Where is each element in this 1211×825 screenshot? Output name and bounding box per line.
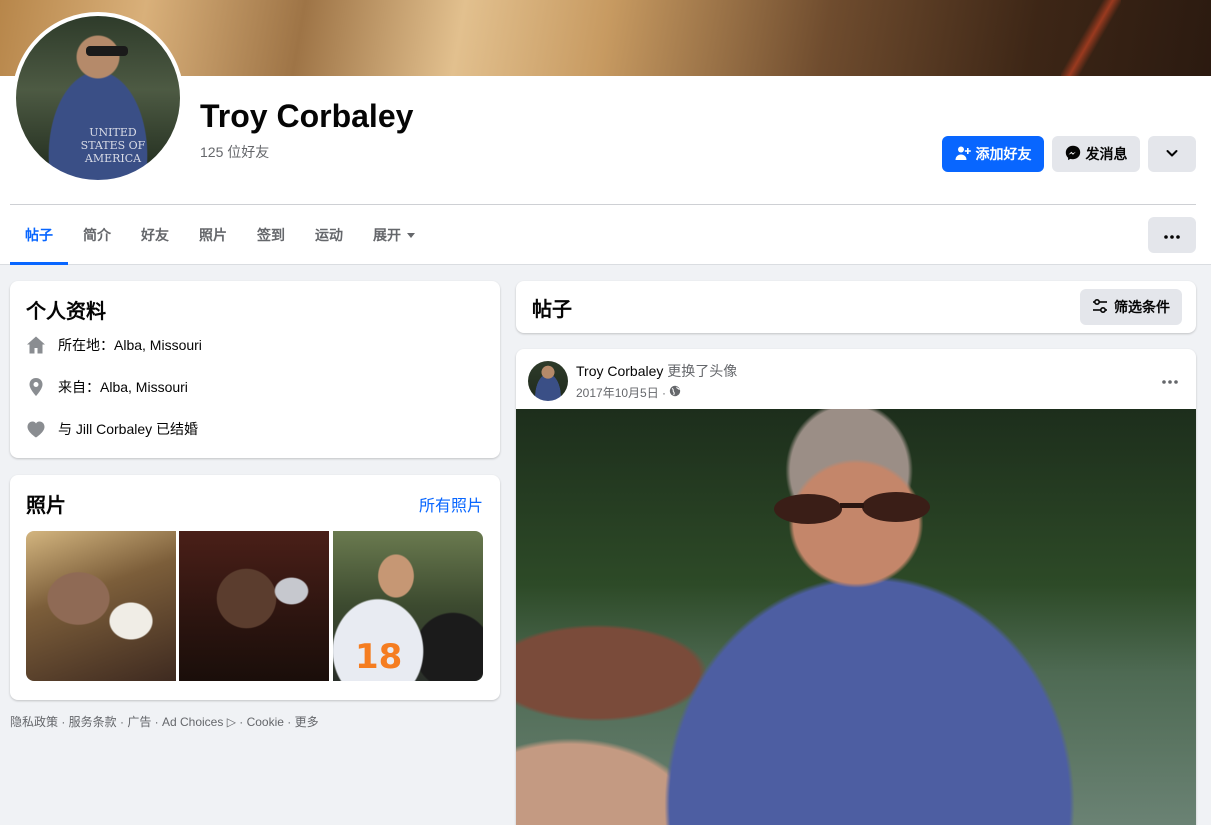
post-meta: Troy Corbaley 更换了头像 2017年10月5日 · xyxy=(576,361,737,401)
filters-label: 筛选条件 xyxy=(1114,299,1170,315)
current-city-text: 所在地：Alba, Missouri xyxy=(58,337,202,353)
info-row-current-city: 所在地：Alba, Missouri xyxy=(26,335,202,355)
jersey-number: 18 xyxy=(355,637,403,677)
friends-count[interactable]: 125 位好友 xyxy=(200,142,269,162)
tab-options-button[interactable] xyxy=(1148,217,1196,253)
tab-friends[interactable]: 好友 xyxy=(126,205,184,265)
tab-check-ins[interactable]: 签到 xyxy=(242,205,300,265)
photo-thumbnail[interactable] xyxy=(26,531,176,681)
photo-thumbnail[interactable]: 18 xyxy=(333,531,483,681)
filter-sliders-icon xyxy=(1092,298,1108,317)
post-date-line: 2017年10月5日 · xyxy=(576,384,737,401)
tab-label: 展开 xyxy=(373,227,401,243)
info-row-hometown: 来自：Alba, Missouri xyxy=(26,377,188,397)
sunglasses-graphic xyxy=(86,46,128,56)
add-friend-button[interactable]: 添加好友 xyxy=(942,136,1044,172)
filters-button[interactable]: 筛选条件 xyxy=(1080,289,1182,325)
add-person-icon xyxy=(955,145,971,164)
tab-label: 帖子 xyxy=(25,227,53,243)
intro-title: 个人资料 xyxy=(26,301,106,323)
tab-label: 简介 xyxy=(83,227,111,243)
more-dots-icon xyxy=(1162,371,1178,388)
post-date[interactable]: 2017年10月5日 · xyxy=(576,384,666,401)
intro-card: 个人资料 所在地：Alba, Missouri 来自：Alba, Missour… xyxy=(10,281,500,458)
message-button[interactable]: 发消息 xyxy=(1052,136,1140,172)
caret-down-icon xyxy=(407,232,415,238)
posts-title: 帖子 xyxy=(532,298,572,321)
info-row-relationship: 与 Jill Corbaley 已结婚 xyxy=(26,419,198,439)
heart-icon xyxy=(26,419,46,439)
relationship-text: 与 Jill Corbaley 已结婚 xyxy=(58,421,199,437)
tab-sports[interactable]: 运动 xyxy=(300,205,358,265)
home-icon xyxy=(26,335,46,355)
messenger-icon xyxy=(1065,145,1081,164)
tab-label: 照片 xyxy=(199,227,227,243)
tab-posts[interactable]: 帖子 xyxy=(10,205,68,265)
tab-more[interactable]: 展开 xyxy=(358,205,430,265)
more-actions-button[interactable] xyxy=(1148,136,1196,172)
globe-icon xyxy=(669,385,681,400)
avatar-shirt-text: UNITED STATES OF AMERICA xyxy=(80,126,146,166)
chevron-down-icon xyxy=(1165,146,1179,163)
post-author-avatar[interactable] xyxy=(528,361,568,401)
sunglasses-graphic xyxy=(774,492,930,524)
post-card: Troy Corbaley 更换了头像 2017年10月5日 · xyxy=(516,349,1196,825)
all-photos-link[interactable]: 所有照片 xyxy=(419,492,483,516)
tab-label: 好友 xyxy=(141,227,169,243)
profile-tabs: 帖子 简介 好友 照片 签到 运动 展开 xyxy=(10,205,430,265)
post-action-text: 更换了头像 xyxy=(667,363,738,379)
post-author-name[interactable]: Troy Corbaley xyxy=(576,363,663,379)
add-friend-label: 添加好友 xyxy=(975,146,1032,162)
tab-photos[interactable]: 照片 xyxy=(184,205,242,265)
photos-title: 照片 xyxy=(26,495,66,517)
post-options-button[interactable] xyxy=(1162,371,1178,389)
post-header-line: Troy Corbaley 更换了头像 xyxy=(576,361,737,381)
post-photo[interactable] xyxy=(516,409,1196,825)
more-dots-icon xyxy=(1164,226,1180,244)
photo-thumbnail[interactable] xyxy=(179,531,329,681)
photos-card: 照片 所有照片 18 xyxy=(10,475,500,700)
message-label: 发消息 xyxy=(1085,146,1128,162)
tab-label: 运动 xyxy=(315,227,343,243)
footer-links[interactable]: 隐私政策 · 服务条款 · 广告 · Ad Choices ▷ · Cookie… xyxy=(10,713,500,730)
profile-name: Troy Corbaley xyxy=(200,98,414,134)
tab-about[interactable]: 简介 xyxy=(68,205,126,265)
tab-label: 签到 xyxy=(257,227,285,243)
location-pin-icon xyxy=(26,377,46,397)
profile-avatar[interactable]: UNITED STATES OF AMERICA xyxy=(12,12,184,184)
cover-photo[interactable] xyxy=(0,0,1211,76)
hometown-text: 来自：Alba, Missouri xyxy=(58,379,188,395)
posts-header-card: 帖子 筛选条件 xyxy=(516,281,1196,333)
